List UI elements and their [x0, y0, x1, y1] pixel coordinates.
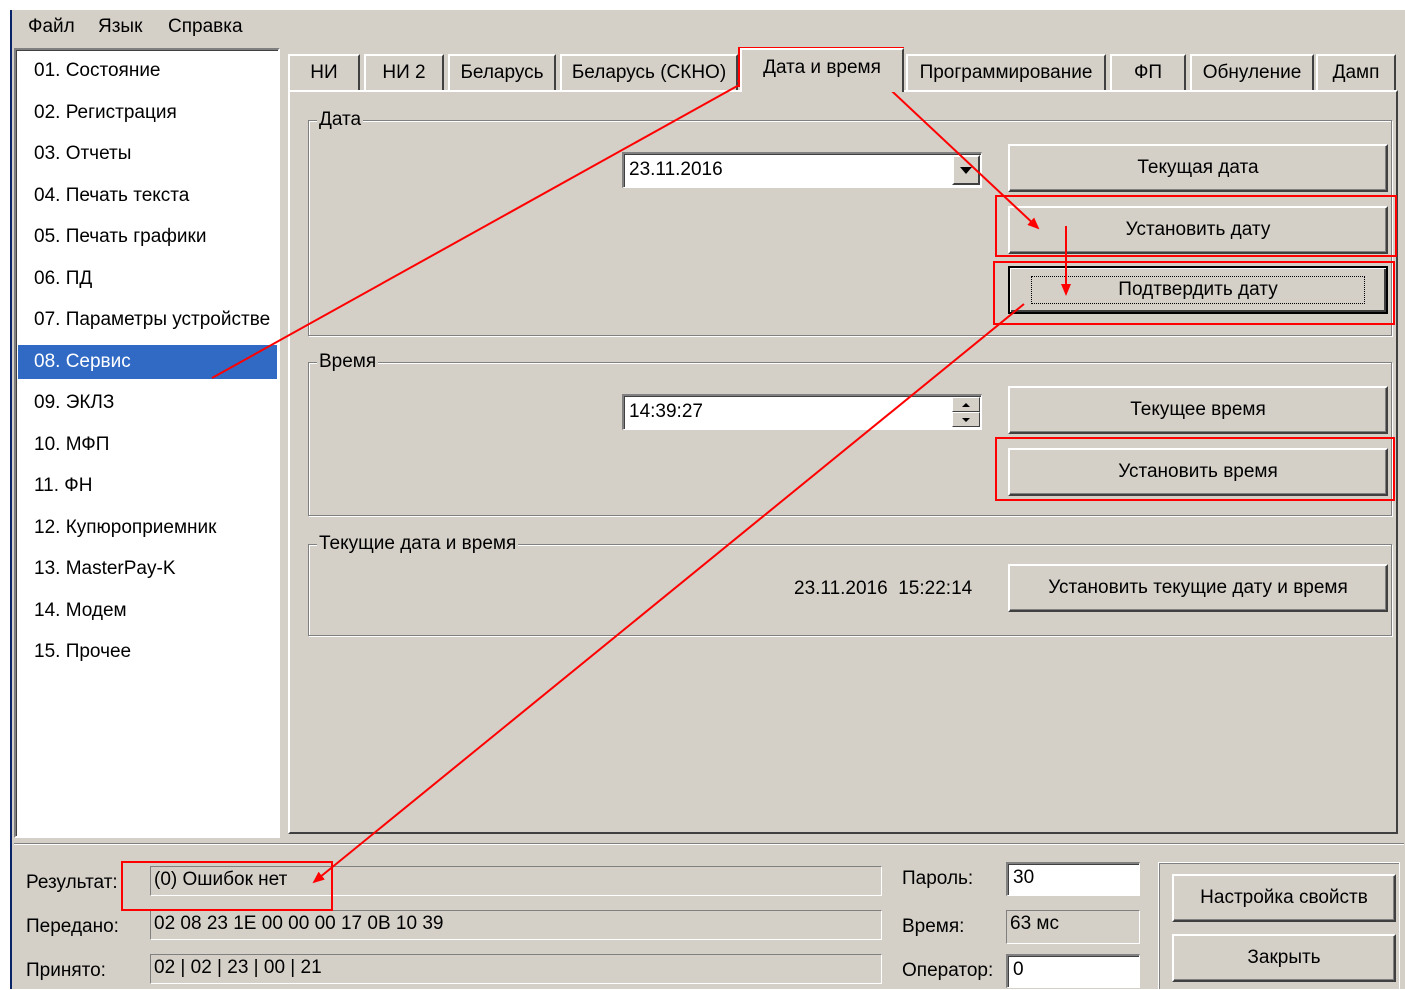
password-value: 30	[1013, 867, 1035, 888]
operator-value: 0	[1013, 959, 1024, 980]
tab-programming[interactable]: Программирование	[906, 54, 1106, 90]
date-value: 23.11.2016	[629, 159, 723, 180]
nav-item-fn[interactable]: 11. ФН	[18, 469, 277, 503]
set-current-datetime-button[interactable]: Установить текущие дату и время	[1008, 564, 1388, 612]
tab-dump[interactable]: Дамп	[1316, 54, 1396, 90]
app-window: Файл Язык Справка 01. Состояние 02. Реги…	[10, 10, 1405, 990]
date-group-title: Дата	[317, 109, 364, 131]
password-input[interactable]: 30	[1006, 862, 1140, 896]
status-separator	[14, 843, 1404, 845]
set-time-button[interactable]: Установить время	[1008, 448, 1388, 496]
nav-item-modem[interactable]: 14. Модем	[18, 594, 277, 628]
nav-item-device-params[interactable]: 07. Параметры устройстве	[18, 303, 277, 337]
tab-reset[interactable]: Обнуление	[1190, 54, 1314, 90]
confirm-date-button[interactable]: Подтвердить дату	[1008, 266, 1388, 314]
time-value: 14:39:27	[629, 401, 703, 422]
time-spinbox[interactable]: 14:39:27	[622, 394, 982, 430]
nav-item-print-text[interactable]: 04. Печать текста	[18, 179, 277, 213]
set-date-button[interactable]: Установить дату	[1008, 206, 1388, 254]
menu-language[interactable]: Язык	[96, 16, 144, 38]
menu-bar: Файл Язык Справка	[12, 10, 1405, 44]
spin-down-icon[interactable]	[952, 412, 980, 427]
received-label: Принято:	[26, 960, 106, 981]
current-datetime-value: 23.11.2016 15:22:14	[794, 578, 973, 599]
time-group-title: Время	[317, 351, 379, 373]
password-label: Пароль:	[902, 868, 974, 889]
current-time-button[interactable]: Текущее время	[1008, 386, 1388, 434]
tab-ni2[interactable]: НИ 2	[364, 54, 444, 90]
date-combobox[interactable]: 23.11.2016	[622, 152, 982, 188]
tab-belarus-skno[interactable]: Беларусь (СКНО)	[560, 54, 738, 90]
menu-file[interactable]: Файл	[26, 16, 77, 38]
tab-fp[interactable]: ФП	[1110, 54, 1186, 90]
dropdown-arrow-icon[interactable]	[952, 155, 980, 185]
sent-field: 02 08 23 1E 00 00 00 17 0B 10 39	[150, 910, 882, 940]
nav-item-other[interactable]: 15. Прочее	[18, 635, 277, 669]
operator-input[interactable]: 0	[1006, 954, 1140, 988]
menu-help[interactable]: Справка	[166, 16, 245, 38]
nav-item-print-graphics[interactable]: 05. Печать графики	[18, 220, 277, 254]
nav-item-reports[interactable]: 03. Отчеты	[18, 137, 277, 171]
sent-label: Передано:	[26, 916, 119, 937]
result-label: Результат:	[26, 872, 118, 893]
nav-item-eklz[interactable]: 09. ЭКЛЗ	[18, 386, 277, 420]
nav-item-registration[interactable]: 02. Регистрация	[18, 96, 277, 130]
received-field: 02 | 02 | 23 | 00 | 21	[150, 954, 882, 984]
time-label: Время:	[902, 916, 965, 937]
properties-button[interactable]: Настройка свойств	[1172, 874, 1396, 922]
result-field: (0) Ошибок нет	[150, 866, 882, 896]
current-date-button[interactable]: Текущая дата	[1008, 144, 1388, 192]
nav-item-masterpay[interactable]: 13. MasterPay-K	[18, 552, 277, 586]
nav-item-status[interactable]: 01. Состояние	[18, 54, 277, 88]
current-datetime-title: Текущие дата и время	[317, 533, 519, 555]
close-button[interactable]: Закрыть	[1172, 934, 1396, 982]
spin-up-icon[interactable]	[952, 397, 980, 412]
tab-ni[interactable]: НИ	[288, 54, 360, 90]
nav-item-bill-acceptor[interactable]: 12. Купюроприемник	[18, 511, 277, 545]
nav-item-pd[interactable]: 06. ПД	[18, 262, 277, 296]
confirm-date-label: Подтвердить дату	[1031, 276, 1365, 304]
time-field: 63 мс	[1006, 910, 1140, 944]
tab-belarus[interactable]: Беларусь	[448, 54, 556, 90]
nav-item-service[interactable]: 08. Сервис	[18, 345, 277, 379]
operator-label: Оператор:	[902, 960, 994, 981]
tab-date-time[interactable]: Дата и время	[740, 48, 904, 92]
nav-item-mfp[interactable]: 10. МФП	[18, 428, 277, 462]
section-list[interactable]: 01. Состояние 02. Регистрация 03. Отчеты…	[14, 48, 280, 838]
